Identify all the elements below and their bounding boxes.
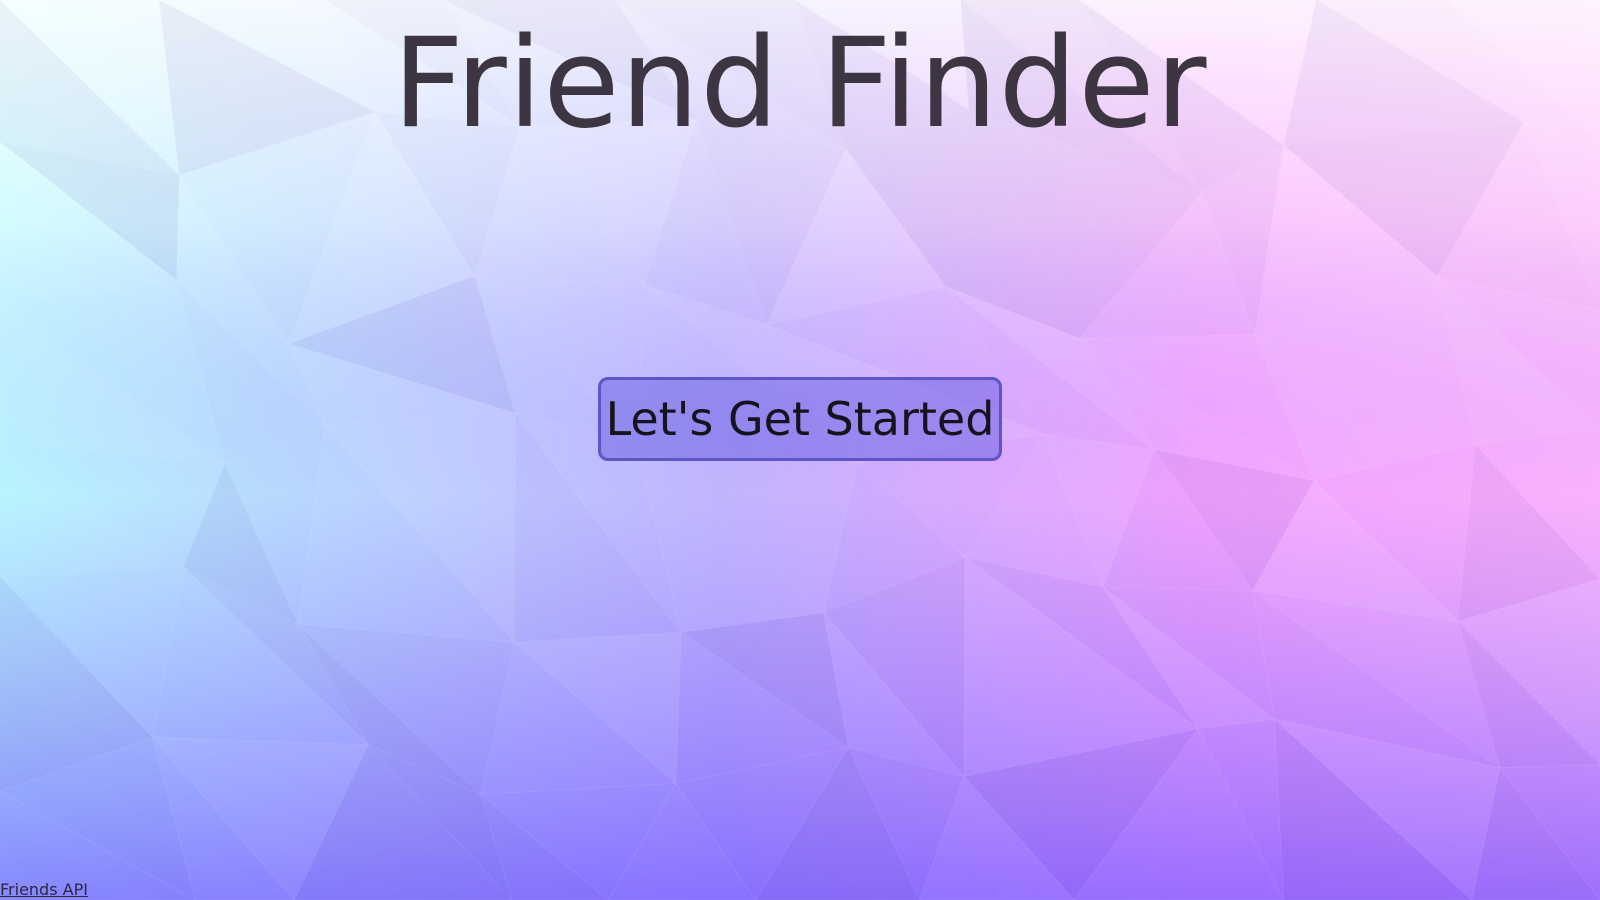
get-started-button[interactable]: Let's Get Started (598, 377, 1002, 461)
page-title: Friend Finder (392, 12, 1208, 156)
friends-api-link[interactable]: Friends API (0, 880, 88, 900)
